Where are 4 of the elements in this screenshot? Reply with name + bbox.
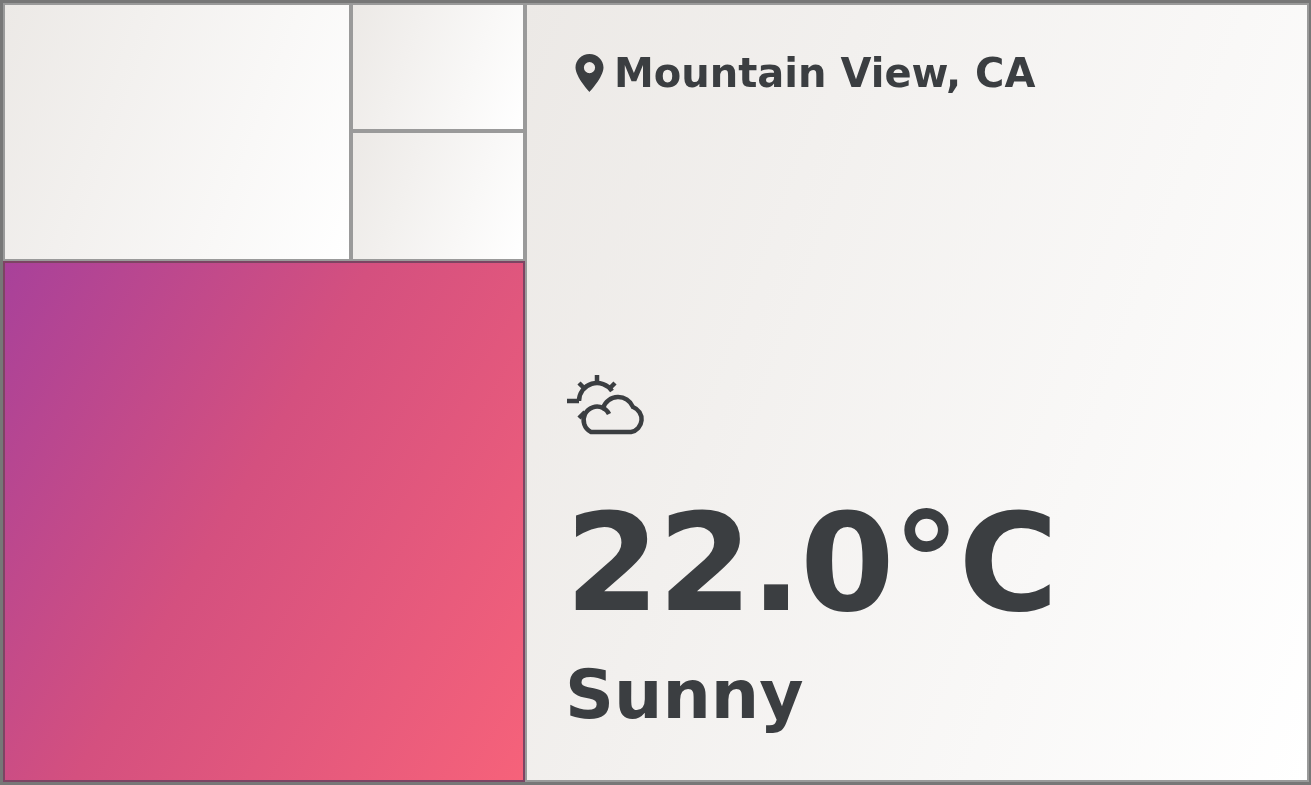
weather-condition: Sunny bbox=[565, 655, 804, 735]
location-name: Mountain View, CA bbox=[614, 49, 1036, 97]
temperature: 22.0°C bbox=[565, 503, 1057, 623]
map-pin-icon bbox=[575, 54, 604, 92]
